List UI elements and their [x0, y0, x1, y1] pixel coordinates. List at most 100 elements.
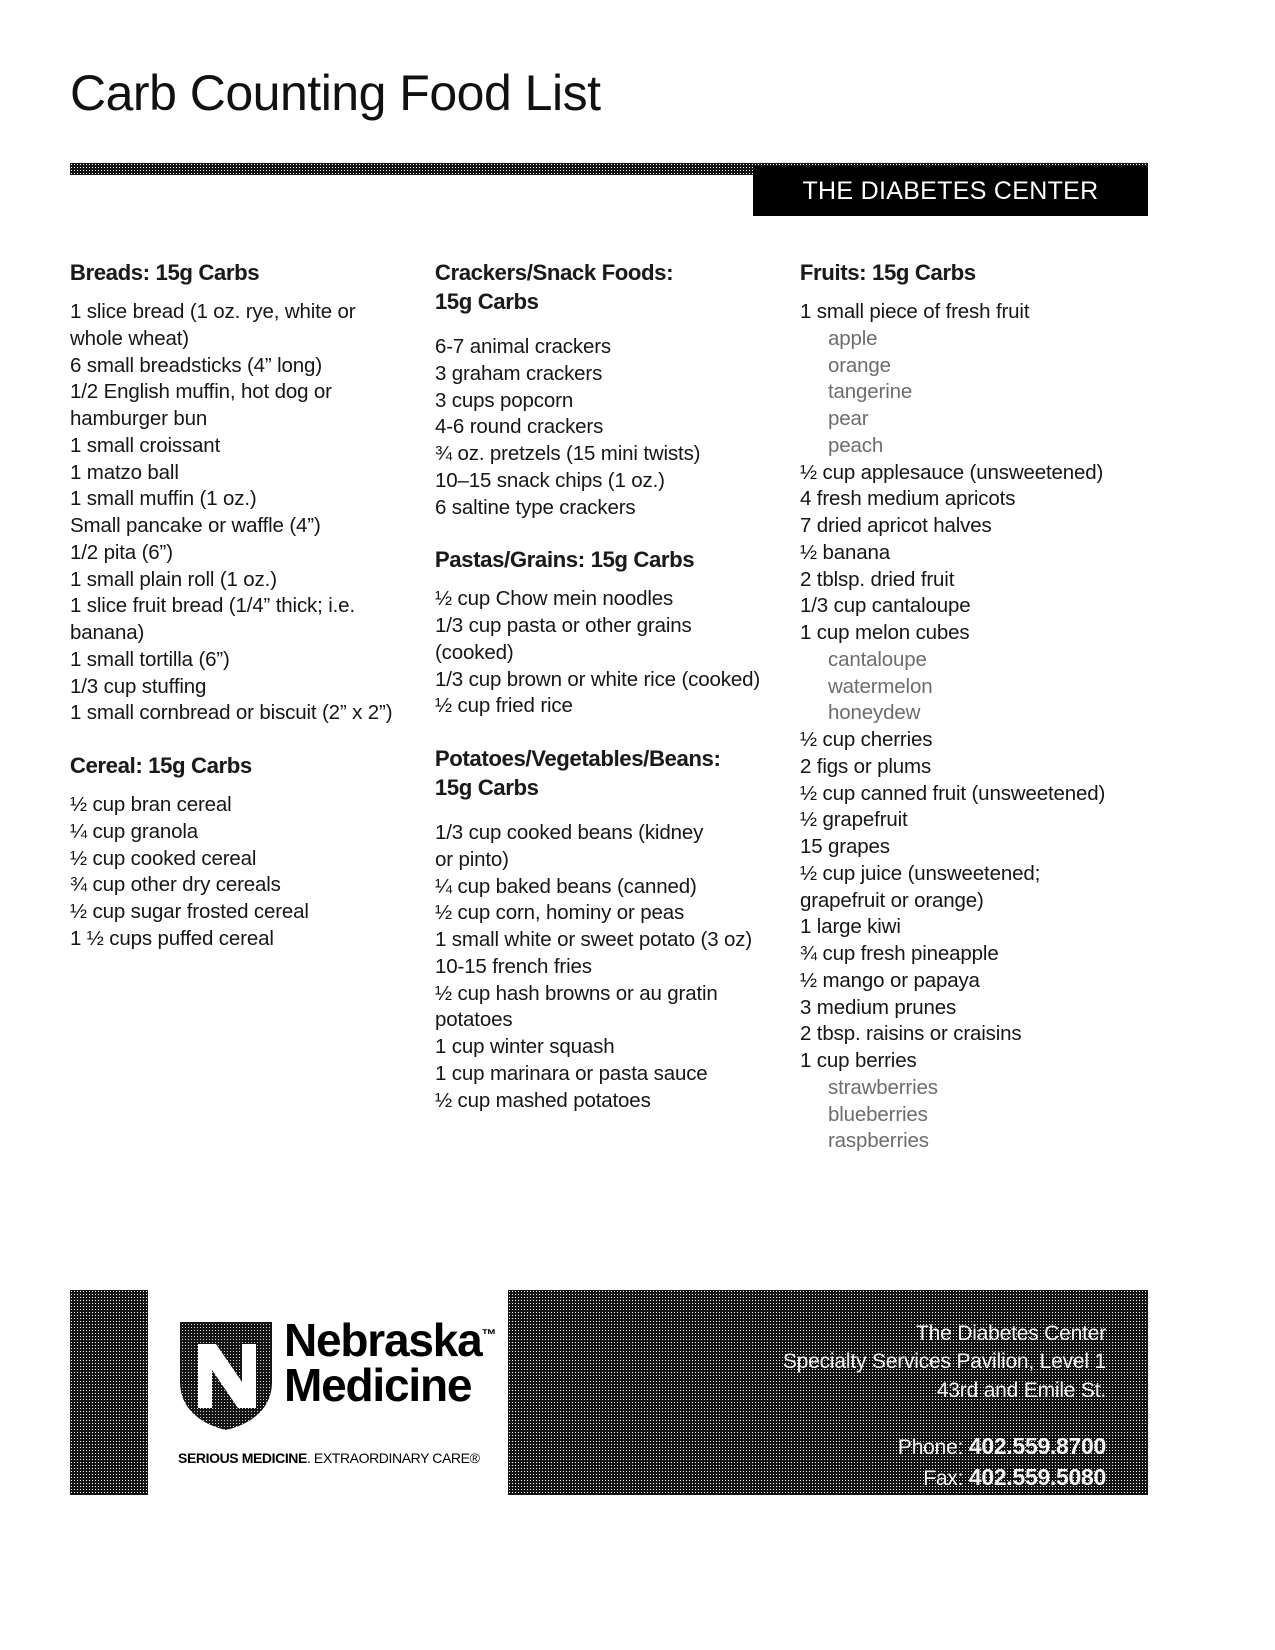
food-item: ¼ cup granola	[70, 819, 198, 843]
section-heading: Potatoes/Vegetables/Beans: 15g Carbs	[435, 744, 792, 802]
food-section: Potatoes/Vegetables/Beans: 15g Carbs 1/3 c…	[435, 744, 792, 1114]
food-subitem: tangerine	[828, 380, 913, 404]
food-item: 1/3 cup cooked beans (kidney	[435, 821, 704, 845]
food-item-list: ½ cup Chow mein noodles 1/3 cup pasta or …	[435, 586, 792, 720]
food-item: 1 large kiwi	[800, 915, 901, 939]
footer-logo-block: Nebraska™ Medicine SERIOUS MEDICINE. EXT…	[70, 1290, 497, 1495]
food-item: 2 tblsp. dried fruit	[800, 567, 955, 591]
food-item: ¾ cup other dry cereals	[70, 873, 281, 897]
food-section: Crackers/Snack Foods: 15g Carbs 6-7 animal…	[435, 258, 792, 521]
food-item: 3 cups popcorn	[435, 388, 574, 412]
section-heading-line: 15g Carbs	[435, 289, 539, 315]
section-heading-line: Cereal: 15g Carbs	[70, 753, 252, 779]
section-heading-line: Crackers/Snack Foods:	[435, 260, 674, 285]
contact-line-2: Specialty Services Pavilion, Level 1	[782, 1350, 1106, 1374]
food-item: 1 matzo ball	[70, 460, 179, 484]
phone-line: Phone: 402.559.8700	[508, 1431, 1106, 1462]
food-section: Fruits: 15g Carbs 1 small piece of fresh …	[800, 258, 1155, 1155]
column-3: Fruits: 15g Carbs 1 small piece of fresh …	[800, 258, 1155, 1155]
banner-label: THE DIABETES CENTER	[802, 176, 1099, 205]
food-item: 1/3 cup brown or white rice (cooked)	[435, 667, 761, 691]
section-heading: Crackers/Snack Foods: 15g Carbs	[435, 258, 792, 316]
footer-contact-box: The Diabetes Center Specialty Services P…	[508, 1290, 1148, 1495]
food-item: ½ cup cooked cereal	[70, 846, 257, 870]
food-item: 6 small breadsticks (4” long)	[70, 353, 322, 377]
section-heading-line: 15g Carbs	[435, 775, 539, 801]
section-heading: Cereal: 15g Carbs	[70, 751, 427, 780]
food-item: 10-15 french fries	[435, 954, 592, 978]
section-heading-line: Potatoes/Vegetables/Beans:	[435, 746, 721, 772]
food-item: ½ mango or papaya	[800, 968, 980, 992]
contact-line-3: 43rd and Emile St.	[936, 1378, 1106, 1402]
food-item: ½ cup applesauce (unsweetened)	[800, 460, 1104, 484]
food-item: hamburger bun	[70, 407, 208, 431]
food-section: Pastas/Grains: 15g Carbs ½ cup Chow mein …	[435, 545, 792, 720]
trademark-symbol: ™	[481, 1326, 497, 1344]
food-item-list: ½ cup bran cereal ¼ cup granola ½ cup cook…	[70, 792, 427, 953]
food-item: 1 cup winter squash	[435, 1035, 615, 1059]
food-item: 1 small tortilla (6”)	[70, 647, 230, 671]
section-heading: Breads: 15g Carbs	[70, 258, 427, 287]
food-item: ½ cup hash browns or au gratin	[435, 981, 718, 1005]
food-item: (cooked)	[435, 640, 514, 664]
food-item: ½ cup Chow mein noodles	[435, 587, 674, 611]
food-subitem: apple	[828, 326, 878, 350]
section-heading-line: Pastas/Grains: 15g Carbs	[435, 547, 695, 573]
section-heading-line: Fruits: 15g Carbs	[800, 260, 976, 285]
food-item-list: 1/3 cup cooked beans (kidney or pinto) ¼ c…	[435, 820, 792, 1114]
food-item: 1 small white or sweet potato (3 oz)	[435, 928, 753, 952]
food-item-list: 1 slice bread (1 oz. rye, white or whole …	[70, 299, 427, 727]
food-item: ¾ oz. pretzels (15 mini twists)	[435, 442, 701, 466]
food-item: ½ cup fried rice	[435, 694, 573, 718]
food-item: 1 small cornbread or biscuit (2” x 2”)	[70, 701, 393, 725]
food-item: 1 small plain roll (1 oz.)	[70, 567, 277, 591]
food-item: 1 ½ cups puffed cereal	[70, 926, 274, 950]
food-item: 1/2 English muffin, hot dog or	[70, 380, 332, 404]
food-item: ½ banana	[800, 540, 890, 564]
page-title: Carb Counting Food List	[70, 65, 601, 121]
food-item: whole wheat)	[70, 326, 189, 350]
logo-accent-bar	[70, 1290, 148, 1495]
food-item: ½ cup sugar frosted cereal	[70, 900, 309, 924]
food-item: 1 small piece of fresh fruit	[800, 300, 1030, 324]
food-section: Cereal: 15g Carbs ½ cup bran cereal ¼ cup …	[70, 751, 427, 953]
food-subitem: cantaloupe	[828, 647, 927, 671]
food-subitem: raspberries	[828, 1129, 929, 1153]
food-item: Small pancake or waffle (4”)	[70, 514, 321, 538]
section-heading: Pastas/Grains: 15g Carbs	[435, 545, 792, 574]
food-item: ½ cup canned fruit (unsweetened)	[800, 781, 1106, 805]
food-item: ¼ cup baked beans (canned)	[435, 874, 697, 898]
food-item: ½ cup cherries	[800, 728, 933, 752]
fax-label: Fax:	[923, 1467, 969, 1491]
food-item: 4 fresh medium apricots	[800, 487, 1016, 511]
food-item: 4-6 round crackers	[435, 415, 604, 439]
phone-number: 402.559.8700	[968, 1433, 1106, 1460]
section-heading: Fruits: 15g Carbs	[800, 258, 1155, 287]
food-item: or pinto)	[435, 847, 509, 871]
food-item-list: 6-7 animal crackers 3 graham crackers 3 cu…	[435, 334, 792, 521]
food-item: 1/2 pita (6”)	[70, 540, 173, 564]
food-item: 3 medium prunes	[800, 995, 957, 1019]
section-heading-line: Breads: 15g Carbs	[70, 260, 260, 285]
food-subitem: honeydew	[828, 701, 921, 725]
fax-number: 402.559.5080	[968, 1464, 1106, 1491]
food-item: 1 slice fruit bread (1/4” thick; i.e.	[70, 594, 355, 618]
tagline-strong: SERIOUS MEDICINE	[178, 1450, 307, 1466]
wordmark-line-1: Nebraska™	[284, 1317, 497, 1363]
food-item: 1 cup berries	[800, 1049, 917, 1073]
food-subitem: peach	[828, 433, 884, 457]
food-item: 1 slice bread (1 oz. rye, white or	[70, 300, 356, 324]
food-list-columns: Breads: 15g Carbs 1 slice bread (1 oz. ry…	[70, 258, 1155, 1155]
food-subitem: pear	[828, 407, 869, 431]
food-item: 1 cup melon cubes	[800, 621, 970, 645]
tagline-rest: . EXTRAORDINARY CARE®	[306, 1450, 480, 1466]
food-item: 1/3 cup cantaloupe	[800, 594, 971, 618]
food-item: ½ cup juice (unsweetened;	[800, 861, 1041, 885]
food-item: 1 small muffin (1 oz.)	[70, 487, 257, 511]
food-item: ½ cup mashed potatoes	[435, 1088, 651, 1112]
food-item-list: 1 small piece of fresh fruit apple orange t…	[800, 299, 1155, 1155]
diabetes-center-banner: THE DIABETES CENTER	[753, 166, 1148, 216]
food-item: potatoes	[435, 1008, 513, 1032]
food-subitem: strawberries	[828, 1075, 938, 1099]
shield-n-icon	[180, 1322, 272, 1430]
